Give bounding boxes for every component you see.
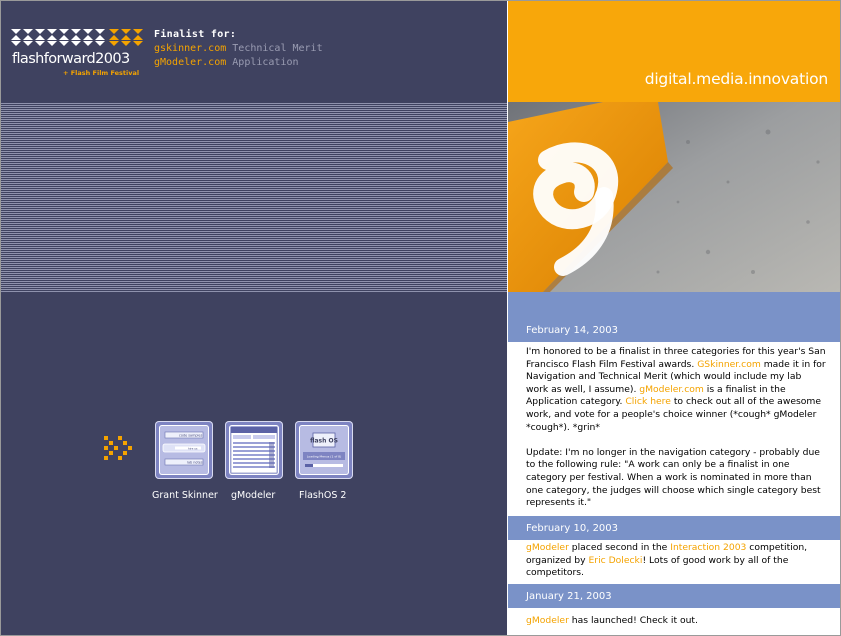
news-date: February 14, 2003: [526, 325, 619, 336]
news-entry: gModeler placed second in the Interactio…: [526, 542, 826, 580]
news-date-bar: January 21, 2003: [508, 584, 840, 608]
news-entry: gModeler has launched! Check it out.: [526, 615, 826, 628]
news-paragraph: gModeler has launched! Check it out.: [526, 615, 826, 628]
news-paragraph: I'm honored to be a finalist in three ca…: [526, 346, 826, 434]
grant-skinner-preview-icon: code samples hire us lab notes: [162, 431, 206, 466]
finalist-block: Finalist for: gskinner.com Technical Mer…: [154, 28, 323, 70]
thumb-hire-us: hire us: [188, 446, 198, 450]
double-chevron-right-icon: [104, 436, 132, 460]
grant-skinner-thumbnail-icon[interactable]: code samples hire us lab notes: [155, 421, 213, 479]
gmodeler-thumbnail-icon[interactable]: [225, 421, 283, 479]
thumb-loading-status: Loading Menus (1 of 8): [307, 455, 342, 459]
link-eric-dolecki[interactable]: Eric Dolecki: [589, 555, 643, 566]
thumb-lab-notes: lab notes: [187, 461, 203, 465]
news-text: placed second in the: [568, 542, 671, 553]
header-left-panel: flashforward2003 + Flash Film Festival F…: [1, 1, 507, 102]
news-date-bar: February 10, 2003: [508, 516, 840, 540]
finalist-row: gModeler.com Application: [154, 56, 323, 70]
gmodeler-preview-icon: [230, 426, 278, 474]
app-label-gmodeler[interactable]: gModeler: [231, 490, 275, 501]
finalist-category: Technical Merit: [232, 43, 323, 54]
link-interaction-2003[interactable]: Interaction 2003: [670, 542, 746, 553]
finalist-heading: Finalist for:: [154, 29, 237, 40]
link-gskinner-com[interactable]: GSkinner.com: [697, 359, 761, 370]
thumb-code-samples: code samples: [179, 434, 203, 438]
link-gmodeler-com[interactable]: gModeler.com: [639, 384, 704, 395]
tagline-banner: digital.media.innovation: [508, 1, 840, 102]
flashforward-logo[interactable]: flashforward2003 + Flash Film Festival: [11, 29, 151, 77]
link-gmodeler[interactable]: gModeler: [526, 542, 569, 553]
news-text: has launched! Check it out.: [568, 615, 698, 626]
finalist-link-gmodeler[interactable]: gModeler.com: [154, 57, 226, 68]
app-label-grant-skinner[interactable]: Grant Skinner: [152, 490, 218, 501]
news-date: February 10, 2003: [526, 523, 619, 534]
app-label-flashos[interactable]: FlashOS 2: [299, 490, 346, 501]
link-click-here[interactable]: Click here: [625, 396, 671, 407]
link-gmodeler[interactable]: gModeler: [526, 615, 569, 626]
news-update-paragraph: Update: I'm no longer in the navigation …: [526, 446, 821, 509]
thumb-flash-os-logo: flash OS: [310, 438, 338, 445]
news-paragraph: gModeler placed second in the Interactio…: [526, 542, 826, 580]
news-panel: February 14, 2003 I'm honored to be a fi…: [508, 292, 840, 635]
news-date: January 21, 2003: [526, 591, 612, 602]
flashos-preview-icon: flash OS Loading Menus (1 of 8): [303, 432, 345, 467]
finalist-row: gskinner.com Technical Merit: [154, 42, 323, 56]
concrete-wall-photo: [508, 102, 840, 292]
news-entry: I'm honored to be a finalist in three ca…: [526, 346, 826, 510]
flashforward-pattern-icon: [11, 29, 143, 46]
striped-banner: [1, 102, 507, 292]
finalist-link-gskinner[interactable]: gskinner.com: [154, 43, 226, 54]
flashos-thumbnail-icon[interactable]: flash OS Loading Menus (1 of 8): [295, 421, 353, 479]
finalist-category: Application: [232, 57, 299, 68]
flash-film-festival-text: + Flash Film Festival: [63, 69, 140, 77]
news-date-bar: February 14, 2003: [508, 318, 840, 342]
tagline-text: digital.media.innovation: [644, 70, 829, 88]
flashforward-logo-text: flashforward2003: [12, 51, 130, 67]
